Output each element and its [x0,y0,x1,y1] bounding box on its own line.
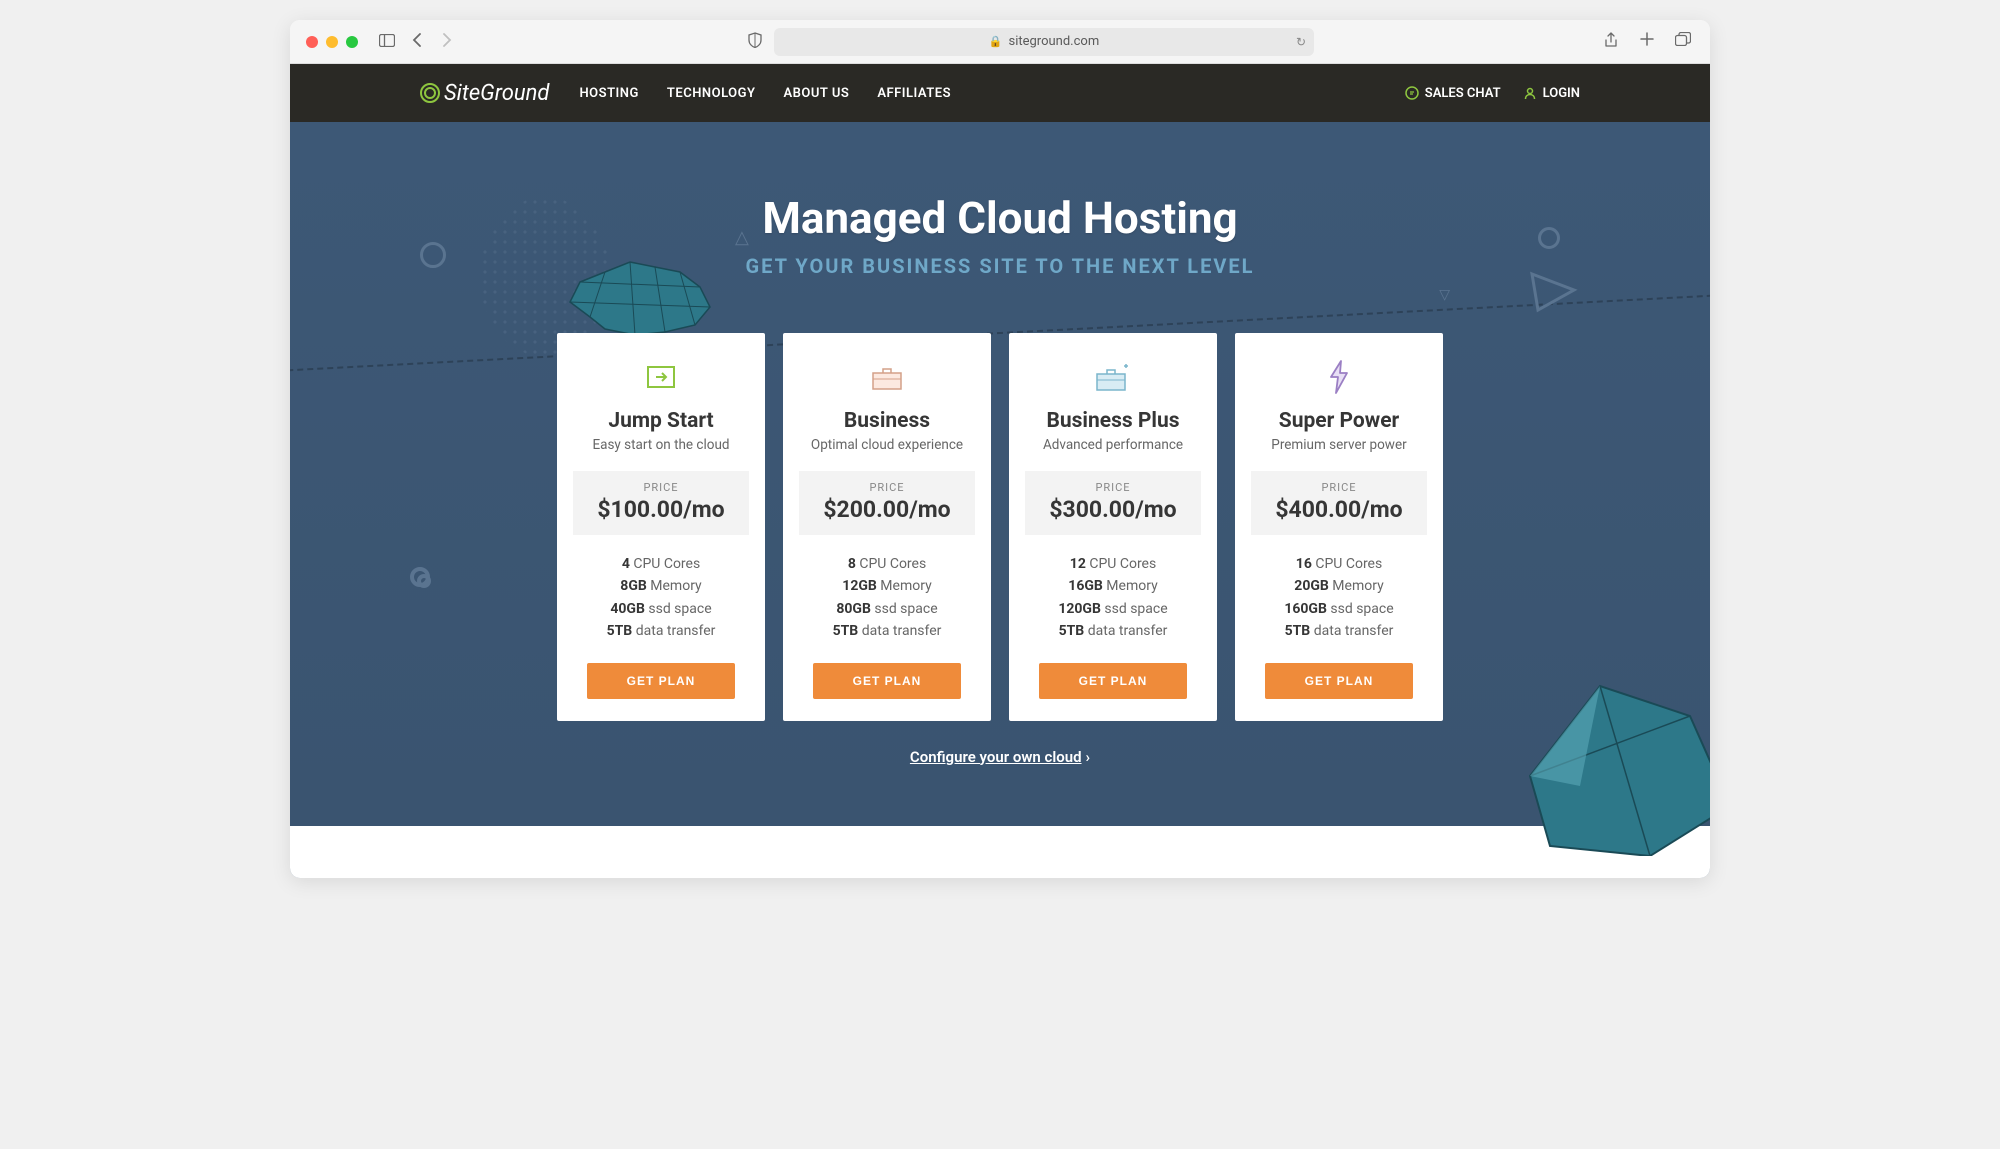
get-plan-button[interactable]: GET PLAN [1039,663,1187,699]
plan-spec: 40GB ssd space [573,598,749,620]
price-value: $300.00/mo [1025,496,1201,523]
price-box: PRICE $400.00/mo [1251,471,1427,535]
window-zoom-button[interactable] [346,36,358,48]
nav-link-affiliates[interactable]: AFFILIATES [877,86,951,101]
main-navbar: SiteGround HOSTING TECHNOLOGY ABOUT US A… [290,64,1710,122]
plan-icon [1025,359,1201,395]
hero-subtitle: GET YOUR BUSINESS SITE TO THE NEXT LEVEL [550,254,1450,278]
plan-spec: 120GB ssd space [1025,598,1201,620]
logo-mark-icon [420,83,440,103]
plan-name: Jump Start [573,409,749,433]
user-icon [1523,86,1537,100]
plan-spec: 80GB ssd space [799,598,975,620]
logo[interactable]: SiteGround [420,81,549,106]
get-plan-button[interactable]: GET PLAN [587,663,735,699]
nav-link-hosting[interactable]: HOSTING [579,86,638,101]
price-label: PRICE [799,481,975,494]
plan-icon [1251,359,1427,395]
browser-toolbar: 🔒 siteground.com ↻ [290,20,1710,64]
plan-specs: 16 CPU Cores20GB Memory160GB ssd space5T… [1251,553,1427,643]
get-plan-button[interactable]: GET PLAN [813,663,961,699]
plan-spec: 20GB Memory [1251,575,1427,597]
plan-card: Super Power Premium server power PRICE $… [1235,333,1443,721]
plan-spec: 16GB Memory [1025,575,1201,597]
plan-name: Business [799,409,975,433]
price-label: PRICE [1251,481,1427,494]
plan-card: Business Plus Advanced performance PRICE… [1009,333,1217,721]
content-strip [290,826,1710,878]
nav-links: HOSTING TECHNOLOGY ABOUT US AFFILIATES [579,86,951,101]
configure-cloud-link[interactable]: Configure your own cloud › [910,748,1090,766]
plan-specs: 8 CPU Cores12GB Memory80GB ssd space5TB … [799,553,975,643]
plan-card: Business Optimal cloud experience PRICE … [783,333,991,721]
plan-name: Super Power [1251,409,1427,433]
plan-spec: 16 CPU Cores [1251,553,1427,575]
logo-text: SiteGround [444,81,549,106]
plan-tagline: Advanced performance [1025,437,1201,453]
plan-spec: 12GB Memory [799,575,975,597]
plan-spec: 160GB ssd space [1251,598,1427,620]
plan-spec: 5TB data transfer [1251,620,1427,642]
plan-specs: 12 CPU Cores16GB Memory120GB ssd space5T… [1025,553,1201,643]
plan-icon [799,359,975,395]
forward-button[interactable] [436,33,458,51]
plan-spec: 5TB data transfer [1025,620,1201,642]
price-value: $100.00/mo [573,496,749,523]
plan-spec: 5TB data transfer [573,620,749,642]
lock-icon: 🔒 [989,35,1003,48]
plan-card: Jump Start Easy start on the cloud PRICE… [557,333,765,721]
plan-tagline: Premium server power [1251,437,1427,453]
tabs-icon[interactable] [1672,32,1694,52]
plan-tagline: Easy start on the cloud [573,437,749,453]
chat-icon [1405,86,1419,100]
sidebar-toggle-icon[interactable] [376,33,398,51]
price-value: $400.00/mo [1251,496,1427,523]
plan-spec: 8 CPU Cores [799,553,975,575]
window-close-button[interactable] [306,36,318,48]
sales-chat-link[interactable]: SALES CHAT [1405,86,1501,101]
price-label: PRICE [573,481,749,494]
plan-tagline: Optimal cloud experience [799,437,975,453]
price-box: PRICE $200.00/mo [799,471,975,535]
new-tab-icon[interactable] [1636,32,1658,52]
share-icon[interactable] [1600,32,1622,52]
plan-spec: 12 CPU Cores [1025,553,1201,575]
hero-title: Managed Cloud Hosting [550,192,1450,244]
login-link[interactable]: LOGIN [1523,86,1580,101]
plan-spec: 4 CPU Cores [573,553,749,575]
plan-name: Business Plus [1025,409,1201,433]
pricing-plans: Jump Start Easy start on the cloud PRICE… [330,333,1670,721]
price-box: PRICE $300.00/mo [1025,471,1201,535]
address-bar[interactable]: 🔒 siteground.com ↻ [774,28,1314,56]
get-plan-button[interactable]: GET PLAN [1265,663,1413,699]
back-button[interactable] [406,33,428,51]
chevron-right-icon: › [1086,748,1091,766]
plan-specs: 4 CPU Cores8GB Memory40GB ssd space5TB d… [573,553,749,643]
window-minimize-button[interactable] [326,36,338,48]
refresh-icon[interactable]: ↻ [1296,35,1306,49]
plan-icon [573,359,749,395]
plan-spec: 8GB Memory [573,575,749,597]
url-text: siteground.com [1008,34,1099,49]
nav-link-about[interactable]: ABOUT US [784,86,850,101]
shield-icon[interactable] [744,32,766,52]
plan-spec: 5TB data transfer [799,620,975,642]
nav-link-technology[interactable]: TECHNOLOGY [667,86,756,101]
price-label: PRICE [1025,481,1201,494]
price-value: $200.00/mo [799,496,975,523]
price-box: PRICE $100.00/mo [573,471,749,535]
